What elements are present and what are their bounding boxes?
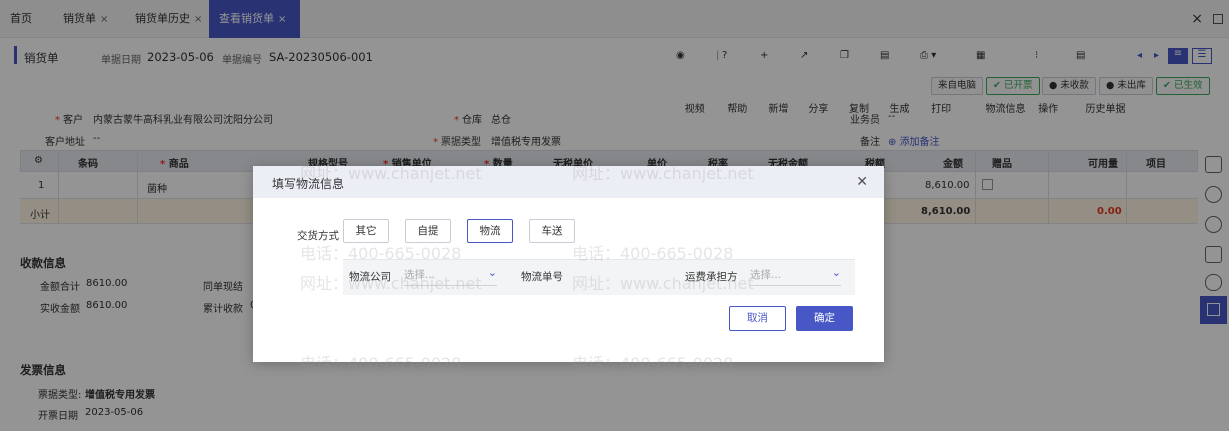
chevron-down-icon: ⌄ xyxy=(831,266,841,279)
mode-truck-button[interactable]: 车送 xyxy=(529,219,575,243)
confirm-button[interactable]: 确定 xyxy=(796,306,853,331)
chevron-down-icon: ⌄ xyxy=(487,266,497,279)
fee-placeholder: 选择... xyxy=(750,269,782,281)
dialog-title: 填写物流信息 xyxy=(272,177,345,191)
fee-select[interactable]: 选择... ⌄ xyxy=(750,266,841,286)
close-icon[interactable]: ✕ xyxy=(856,174,868,190)
company-select[interactable]: 选择... ⌄ xyxy=(404,266,497,286)
tracking-input[interactable] xyxy=(573,266,668,286)
mode-logistics-button[interactable]: 物流 xyxy=(467,219,513,243)
dialog-header xyxy=(253,166,884,198)
cancel-button[interactable]: 取消 xyxy=(729,306,786,331)
company-placeholder: 选择... xyxy=(404,269,436,281)
company-label: 物流公司 xyxy=(349,271,391,283)
logistics-dialog: 填写物流信息 ✕ 交货方式 其它 自提 物流 车送 物流公司 选择... ⌄ 物… xyxy=(253,166,884,362)
delivery-method-label: 交货方式 xyxy=(297,230,339,242)
tracking-label: 物流单号 xyxy=(521,271,563,283)
fee-label: 运费承担方 xyxy=(685,271,738,283)
mode-pickup-button[interactable]: 自提 xyxy=(405,219,451,243)
mode-other-button[interactable]: 其它 xyxy=(343,219,389,243)
